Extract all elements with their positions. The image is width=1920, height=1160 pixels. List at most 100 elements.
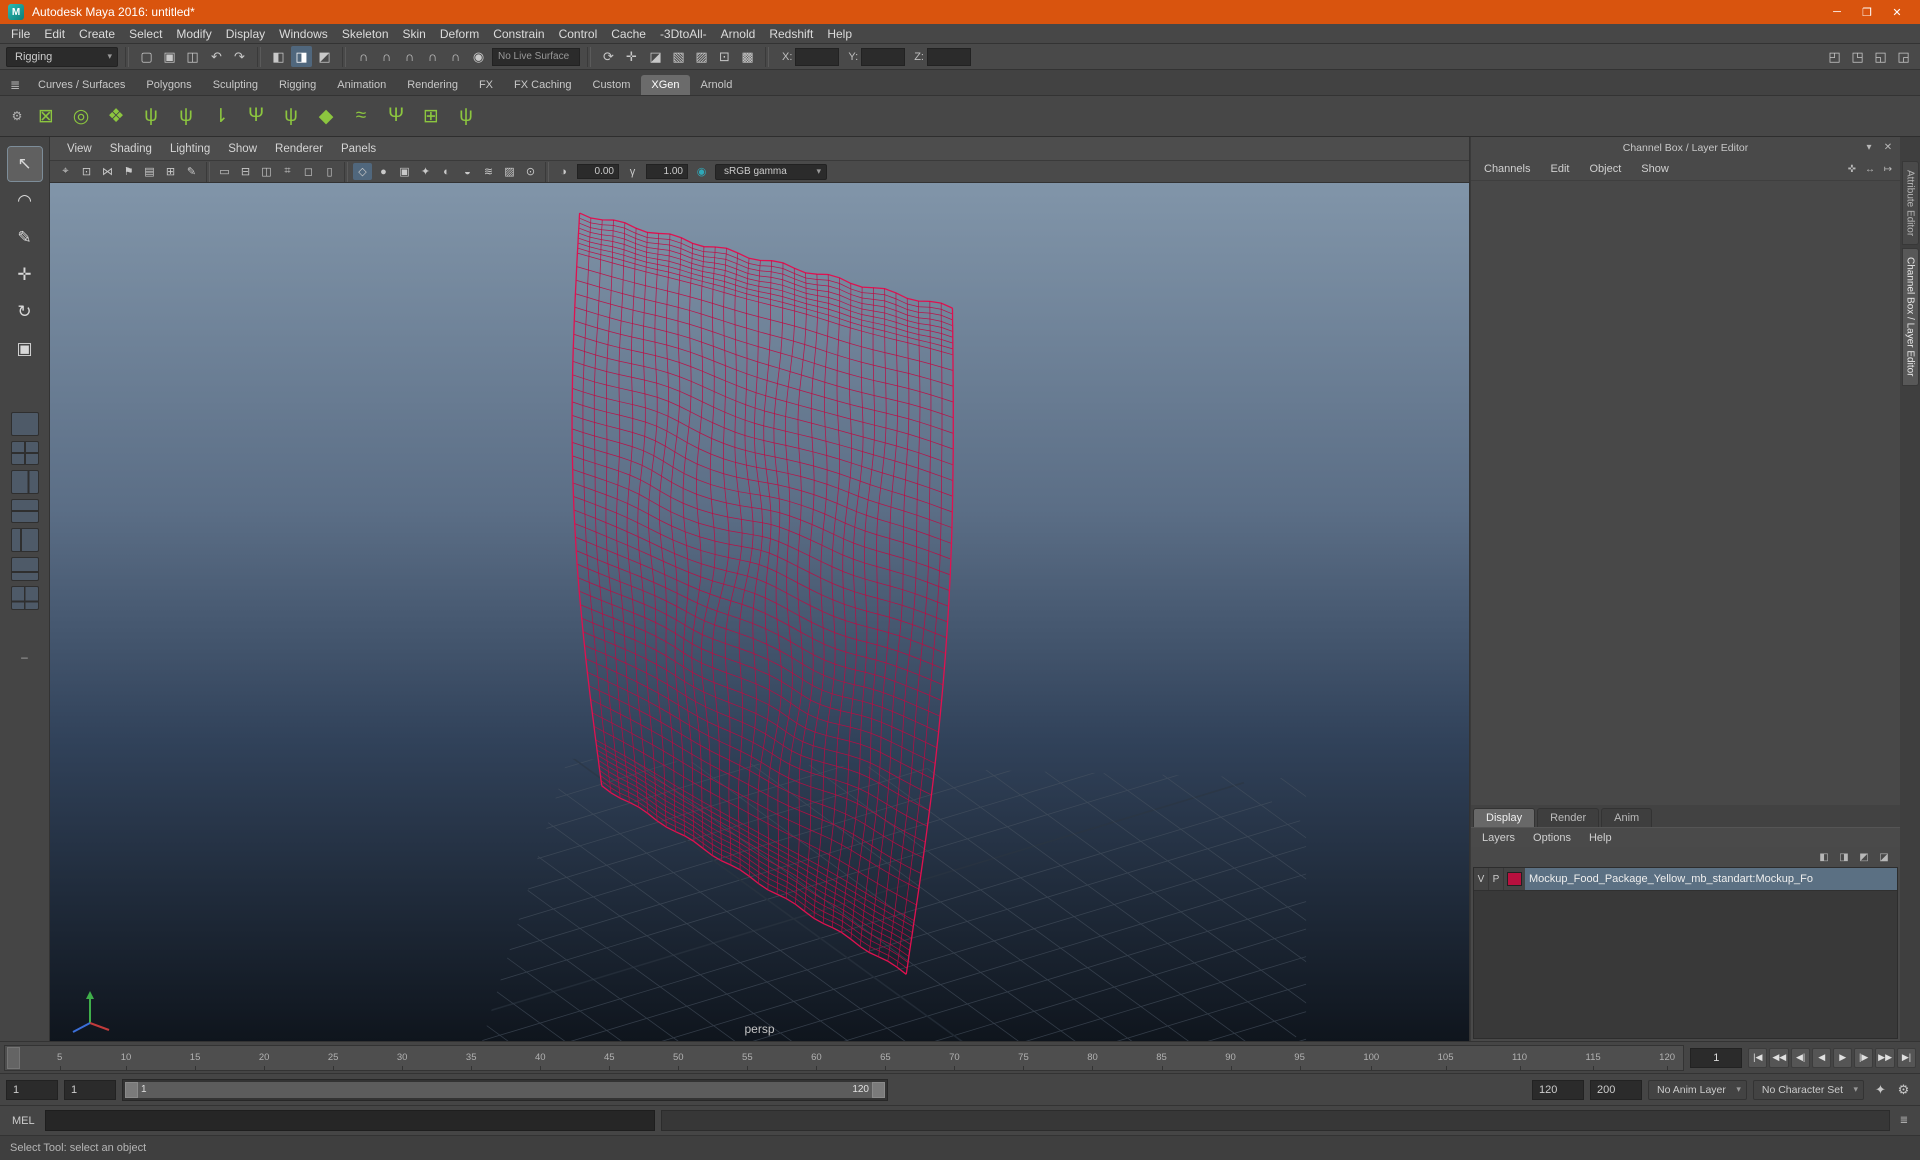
shelf-tab[interactable]: Rigging	[269, 75, 326, 95]
maximize-button[interactable]: ❐	[1852, 1, 1882, 23]
layout-stacked-button[interactable]	[10, 499, 39, 523]
anim-layer-selector[interactable]: No Anim Layer	[1648, 1079, 1747, 1100]
open-scene-icon[interactable]: ▣	[159, 46, 180, 67]
ambient-occlusion-icon[interactable]: ◒	[458, 163, 477, 180]
toolbox-collapse-button[interactable]: ‒	[21, 650, 28, 664]
select-tool[interactable]: ↖	[6, 146, 43, 182]
camera-attributes-icon[interactable]: ⋈	[98, 163, 117, 180]
menu-item[interactable]: Control	[552, 27, 605, 41]
channel-box-menu-item[interactable]: Show	[1632, 163, 1678, 175]
use-all-lights-icon[interactable]: ✦	[416, 163, 435, 180]
xgen-editor-icon[interactable]: ⊠	[30, 100, 62, 132]
image-plane-icon[interactable]: ▤	[140, 163, 159, 180]
timeline-track[interactable]: 5 10 15 20 25 30 35 40 45 50 55 60 65 70 75 80 85 90 95 100…	[4, 1044, 1685, 1071]
viewport-menu-item[interactable]: Renderer	[266, 143, 332, 155]
shelf-tab[interactable]: Polygons	[136, 75, 201, 95]
lasso-select-tool[interactable]: ◠	[8, 184, 42, 218]
anti-aliasing-icon[interactable]: ≋	[479, 163, 498, 180]
safe-title-icon[interactable]: ▯	[320, 163, 339, 180]
lock-camera-icon[interactable]: ⊡	[77, 163, 96, 180]
snap-to-view-plane-icon[interactable]: ∩	[445, 46, 466, 67]
safe-action-icon[interactable]: ◻	[299, 163, 318, 180]
animation-end-field[interactable]: 200	[1590, 1079, 1642, 1100]
layout-single-pane-button[interactable]	[10, 412, 39, 436]
exposure-field[interactable]: 0.00	[577, 164, 619, 179]
make-live-icon[interactable]: ◉	[468, 46, 489, 67]
viewport-menu-item[interactable]: Shading	[101, 143, 161, 155]
select-camera-icon[interactable]: ⌖	[56, 163, 75, 180]
select-by-component-icon[interactable]: ◩	[314, 46, 335, 67]
redo-icon[interactable]: ↷	[229, 46, 250, 67]
layer-name[interactable]: Mockup_Food_Package_Yellow_mb_standart:M…	[1525, 868, 1897, 890]
shelf-menu-icon[interactable]: ≣	[4, 75, 26, 95]
layer-editor-tab[interactable]: Display	[1473, 808, 1536, 827]
shelf-tab[interactable]: Curves / Surfaces	[28, 75, 135, 95]
exposure-icon[interactable]: ◑	[554, 163, 573, 180]
channel-box-menu-item[interactable]: Channels	[1475, 163, 1539, 175]
current-time-marker[interactable]	[7, 1046, 20, 1069]
z-coordinate-field[interactable]	[926, 47, 971, 66]
snap-to-grid-icon[interactable]: ∩	[353, 46, 374, 67]
y-coordinate-field[interactable]	[861, 47, 906, 66]
layout-custom-button[interactable]	[10, 586, 39, 610]
layer-editor-menu-item[interactable]: Help	[1580, 832, 1621, 844]
menu-item[interactable]: Create	[72, 27, 122, 41]
channel-settings-icon[interactable]: ↦	[1880, 162, 1896, 177]
playback-end-field[interactable]: 120	[1532, 1079, 1584, 1100]
xgen-sculpt-guides-icon[interactable]: Ψ	[240, 100, 272, 132]
step-back-key-button[interactable]: ◀◀	[1769, 1047, 1790, 1068]
menu-set-selector[interactable]: Rigging	[6, 46, 118, 67]
channel-box-menu-item[interactable]: Object	[1580, 163, 1630, 175]
shadows-icon[interactable]: ◐	[437, 163, 456, 180]
ipr-render-icon[interactable]: ▧	[668, 46, 689, 67]
animation-preferences-icon[interactable]: ⚙	[1893, 1079, 1914, 1100]
menu-item[interactable]: Help	[820, 27, 859, 41]
shelf-tab[interactable]: Custom	[583, 75, 641, 95]
channel-box-toggle-icon[interactable]: ◲	[1893, 46, 1914, 67]
smooth-shade-icon[interactable]: ●	[374, 163, 393, 180]
xgen-place-guides-icon[interactable]: ◆	[310, 100, 342, 132]
xgen-create-description-icon[interactable]: ◎	[65, 100, 97, 132]
layer-editor-tab[interactable]: Render	[1537, 808, 1600, 827]
menu-item[interactable]: File	[4, 27, 37, 41]
command-line-language-toggle[interactable]: MEL	[8, 1115, 39, 1127]
xgen-export-grooming-icon[interactable]: ψ	[170, 100, 202, 132]
field-chart-icon[interactable]: ⌗	[278, 163, 297, 180]
xgen-groomable-spline-icon[interactable]: ψ	[275, 100, 307, 132]
shelf-gear-icon[interactable]: ⚙	[6, 106, 28, 126]
panel-close-icon[interactable]: ✕	[1880, 140, 1896, 155]
scale-tool[interactable]: ▣	[8, 332, 42, 366]
shelf-tab[interactable]: Rendering	[397, 75, 468, 95]
new-scene-icon[interactable]: ▢	[136, 46, 157, 67]
snap-to-curve-icon[interactable]: ∩	[376, 46, 397, 67]
shelf-tab[interactable]: FX Caching	[504, 75, 581, 95]
color-management-icon[interactable]: ◉	[692, 163, 711, 180]
step-forward-frame-button[interactable]: |▶	[1854, 1047, 1874, 1068]
menu-item[interactable]: Select	[122, 27, 169, 41]
wireframe-mode-icon[interactable]: ◇	[353, 163, 372, 180]
play-backwards-button[interactable]: ◀	[1812, 1047, 1832, 1068]
step-back-frame-button[interactable]: ◀|	[1791, 1047, 1811, 1068]
playback-start-field[interactable]: 1	[64, 1079, 116, 1100]
new-empty-layer-icon[interactable]: ◩	[1856, 850, 1872, 865]
layer-editor-menu-item[interactable]: Layers	[1473, 832, 1524, 844]
tab-channel-box[interactable]: Channel Box / Layer Editor	[1901, 248, 1919, 386]
undo-icon[interactable]: ↶	[206, 46, 227, 67]
shelf-tab[interactable]: Arnold	[691, 75, 743, 95]
menu-item[interactable]: -3DtoAll-	[653, 27, 714, 41]
close-button[interactable]: ✕	[1882, 1, 1912, 23]
menu-item[interactable]: Edit	[37, 27, 72, 41]
shelf-tab[interactable]: Sculpting	[203, 75, 268, 95]
grease-pencil-icon[interactable]: ✎	[182, 163, 201, 180]
two-d-pan-zoom-icon[interactable]: ⊞	[161, 163, 180, 180]
construction-history-icon[interactable]: ⟳	[598, 46, 619, 67]
menu-item[interactable]: Deform	[433, 27, 486, 41]
rotate-tool[interactable]: ↻	[8, 295, 42, 329]
channel-box-menu-item[interactable]: Edit	[1541, 163, 1578, 175]
layout-persp-graph-button[interactable]	[10, 557, 39, 581]
menu-item[interactable]: Windows	[272, 27, 335, 41]
layer-visibility-all-icon[interactable]: ◧	[1816, 850, 1832, 865]
xgen-interactive-groom-icon[interactable]: ⊞	[415, 100, 447, 132]
select-by-hierarchy-icon[interactable]: ◧	[268, 46, 289, 67]
shelf-tab[interactable]: FX	[469, 75, 503, 95]
